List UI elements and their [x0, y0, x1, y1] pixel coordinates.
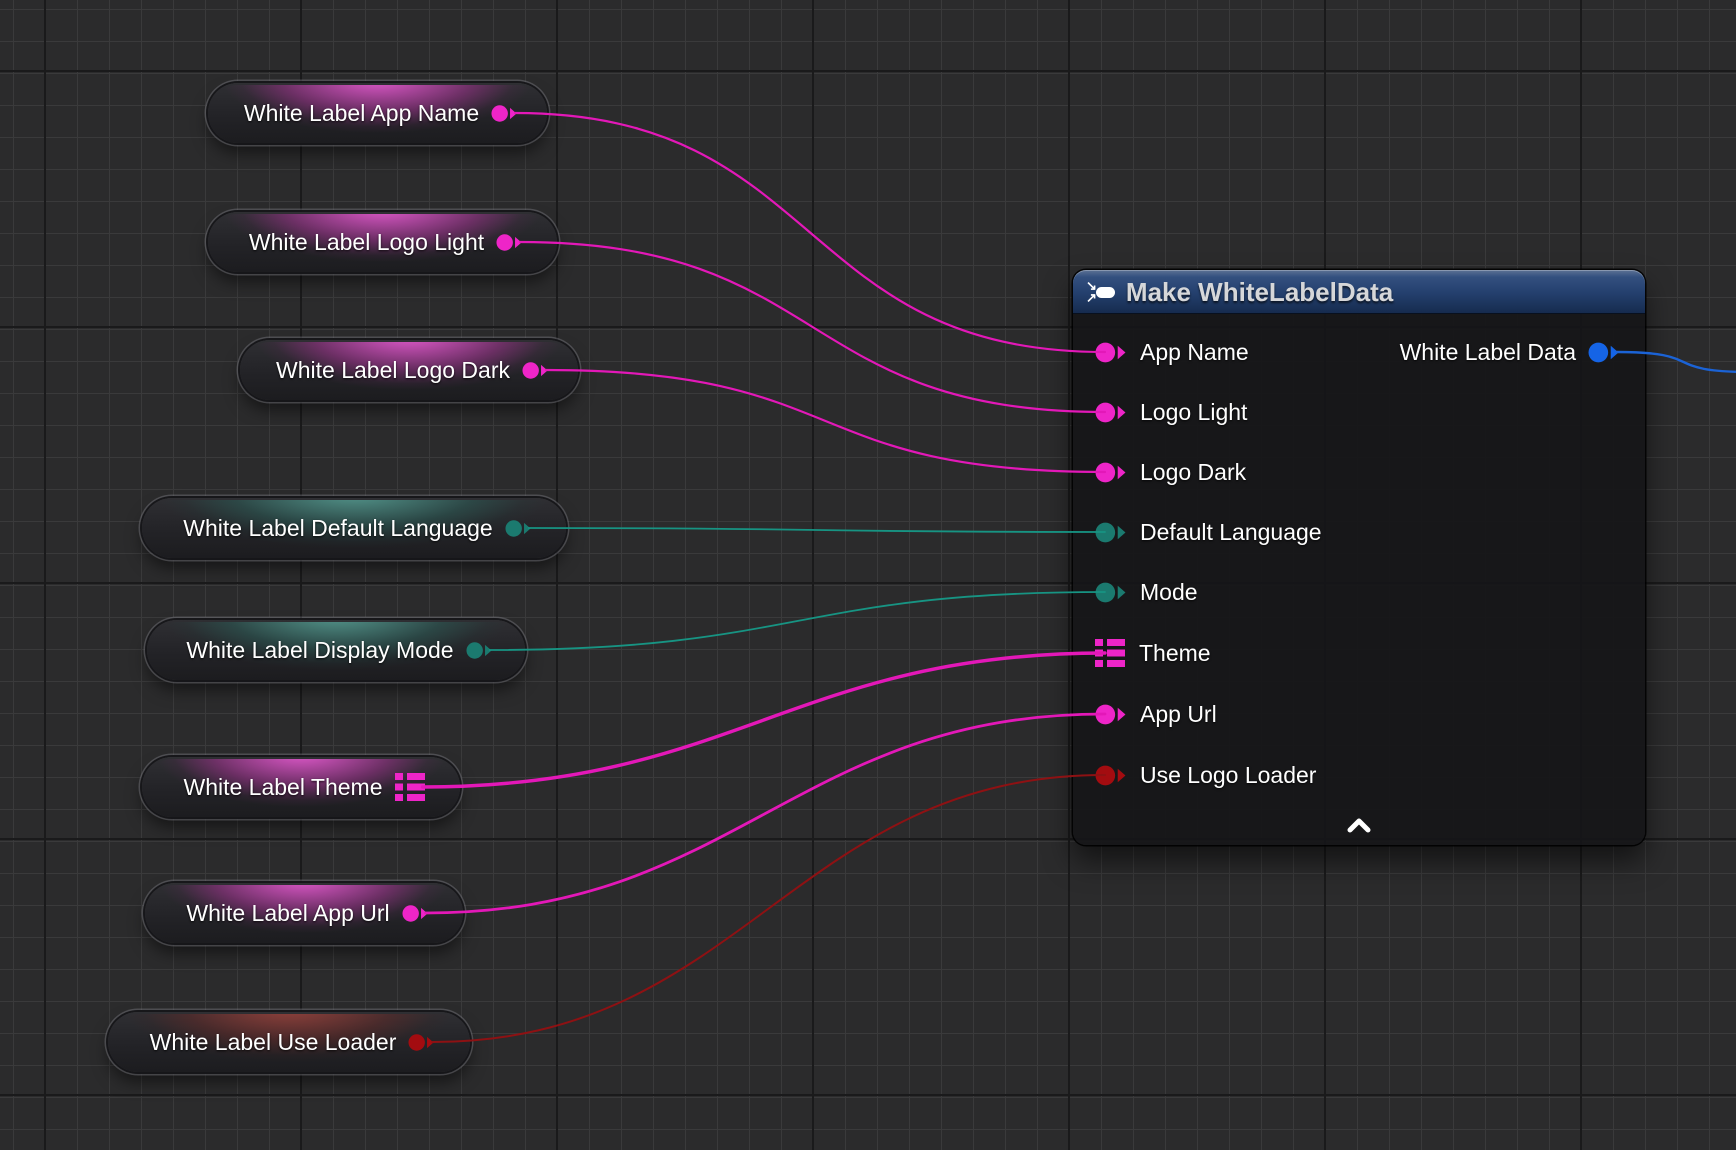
- input-pin-label: Logo Light: [1140, 399, 1247, 426]
- input-pin-logo-light[interactable]: [1095, 401, 1126, 424]
- input-row: App Url: [1095, 684, 1217, 744]
- variable-getter-label: White Label Display Mode: [186, 637, 453, 664]
- input-row: Logo Light: [1095, 382, 1247, 442]
- input-pin-label: Mode: [1140, 579, 1198, 606]
- make-whitelabeldata-node[interactable]: ↘↗ Make WhiteLabelData App Name Logo Light L…: [1073, 270, 1645, 845]
- wire-app-name-to-app-name[interactable]: [515, 113, 1105, 352]
- input-pin-app-url[interactable]: [1095, 703, 1126, 726]
- wire-logo-dark-to-logo-dark[interactable]: [546, 370, 1105, 472]
- variable-getter-label: White Label Logo Light: [249, 229, 484, 256]
- variable-getter-theme[interactable]: White Label Theme: [142, 757, 460, 817]
- input-pin-label: Logo Dark: [1140, 459, 1246, 486]
- output-pin-white-label-data[interactable]: [1588, 341, 1619, 364]
- make-node-header[interactable]: ↘↗ Make WhiteLabelData: [1073, 270, 1645, 314]
- collapse-chevron-up-icon[interactable]: [1347, 817, 1371, 839]
- output-pin-label: White Label Data: [1400, 339, 1576, 366]
- variable-getter-logo-light[interactable]: White Label Logo Light: [208, 212, 557, 272]
- variable-getter-app-name[interactable]: White Label App Name: [208, 83, 547, 143]
- input-row: Default Language: [1095, 502, 1322, 562]
- input-pin-use-logo-loader[interactable]: [1095, 764, 1126, 787]
- input-pin-mode[interactable]: [1095, 581, 1126, 604]
- app-name-output-pin[interactable]: [491, 104, 517, 123]
- input-pin-logo-dark[interactable]: [1095, 461, 1126, 484]
- input-row: App Name: [1095, 322, 1249, 382]
- app-url-output-pin[interactable]: [402, 904, 428, 923]
- variable-getter-use-loader[interactable]: White Label Use Loader: [108, 1012, 470, 1072]
- input-row: Logo Dark: [1095, 442, 1246, 502]
- variable-getter-label: White Label Theme: [183, 774, 382, 801]
- display-mode-output-pin[interactable]: [466, 641, 492, 660]
- variable-getter-label: White Label Default Language: [183, 515, 492, 542]
- logo-dark-output-pin[interactable]: [522, 361, 548, 380]
- use-loader-output-pin[interactable]: [408, 1033, 434, 1052]
- variable-getter-label: White Label App Url: [186, 900, 389, 927]
- variable-getter-app-url[interactable]: White Label App Url: [145, 883, 463, 943]
- input-pin-label: App Name: [1140, 339, 1249, 366]
- make-node-title: Make WhiteLabelData: [1126, 277, 1393, 308]
- variable-getter-default-language[interactable]: White Label Default Language: [142, 498, 566, 558]
- input-row: Theme: [1095, 623, 1211, 683]
- wire-app-url-to-app-url[interactable]: [426, 714, 1105, 913]
- variable-getter-label: White Label Logo Dark: [276, 357, 510, 384]
- input-row: Mode: [1095, 562, 1198, 622]
- default-language-output-pin[interactable]: [505, 519, 531, 538]
- logo-light-output-pin[interactable]: [496, 233, 522, 252]
- variable-getter-display-mode[interactable]: White Label Display Mode: [147, 620, 525, 680]
- input-row: Use Logo Loader: [1095, 745, 1316, 805]
- input-pin-default-language[interactable]: [1095, 521, 1126, 544]
- wire-default-language-to-default-language[interactable]: [529, 528, 1105, 532]
- input-pin-label: App Url: [1140, 701, 1217, 728]
- input-pin-label: Use Logo Loader: [1140, 762, 1316, 789]
- wire-theme-to-theme[interactable]: [423, 653, 1106, 787]
- input-pin-label: Default Language: [1140, 519, 1322, 546]
- variable-getter-label: White Label Use Loader: [150, 1029, 397, 1056]
- make-struct-icon: ↘↗: [1086, 280, 1115, 304]
- input-pin-app-name[interactable]: [1095, 341, 1126, 364]
- wire-display-mode-to-mode[interactable]: [490, 592, 1105, 650]
- wire-logo-light-to-logo-light[interactable]: [520, 242, 1105, 412]
- variable-getter-label: White Label App Name: [244, 100, 479, 127]
- wire-use-loader-to-use-logo-loader[interactable]: [432, 775, 1105, 1042]
- blueprint-graph-canvas[interactable]: White Label App Name White Label Logo Lig…: [0, 0, 1736, 1150]
- input-pin-label: Theme: [1139, 640, 1211, 667]
- output-row: White Label Data: [1400, 322, 1619, 382]
- input-pin-theme[interactable]: [1095, 638, 1125, 668]
- variable-getter-logo-dark[interactable]: White Label Logo Dark: [240, 340, 578, 400]
- theme-output-pin[interactable]: [395, 772, 425, 802]
